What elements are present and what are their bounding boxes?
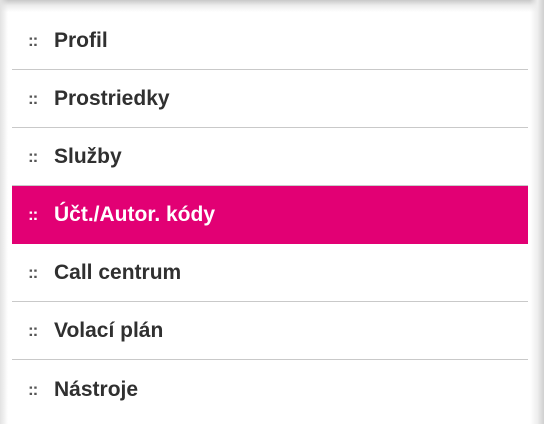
menu-item-prostriedky[interactable]: :: Prostriedky <box>12 70 528 128</box>
menu-item-label: Účt./Autor. kódy <box>54 203 216 226</box>
bullet-icon: :: <box>28 205 38 224</box>
menu-item-label: Nástroje <box>54 377 139 401</box>
navigation-panel: :: Profil :: Prostriedky :: Služby :: Úč… <box>0 0 544 424</box>
menu-item-label: Prostriedky <box>54 87 170 110</box>
menu-item-volaci-plan[interactable]: :: Volací plán <box>12 302 528 360</box>
bullet-icon: :: <box>28 379 38 399</box>
menu-item-call-centrum[interactable]: :: Call centrum <box>12 244 528 302</box>
menu-item-nastroje[interactable]: :: Nástroje <box>12 360 528 418</box>
menu-item-label: Služby <box>54 145 122 168</box>
panel-shadow-left <box>0 0 8 424</box>
side-menu: :: Profil :: Prostriedky :: Služby :: Úč… <box>12 12 528 418</box>
menu-item-label: Volací plán <box>54 319 164 342</box>
panel-shadow-right <box>530 0 544 424</box>
bullet-icon: :: <box>28 147 38 166</box>
menu-item-label: Profil <box>54 29 108 52</box>
bullet-icon: :: <box>28 89 38 108</box>
menu-item-label: Call centrum <box>54 261 182 284</box>
menu-item-sluzby[interactable]: :: Služby <box>12 128 528 186</box>
bullet-icon: :: <box>28 31 38 50</box>
panel-shadow-top <box>0 0 544 12</box>
bullet-icon: :: <box>28 263 38 282</box>
menu-item-profil[interactable]: :: Profil <box>12 12 528 70</box>
menu-item-uct-autor-kody[interactable]: :: Účt./Autor. kódy <box>12 186 528 244</box>
bullet-icon: :: <box>28 321 38 340</box>
